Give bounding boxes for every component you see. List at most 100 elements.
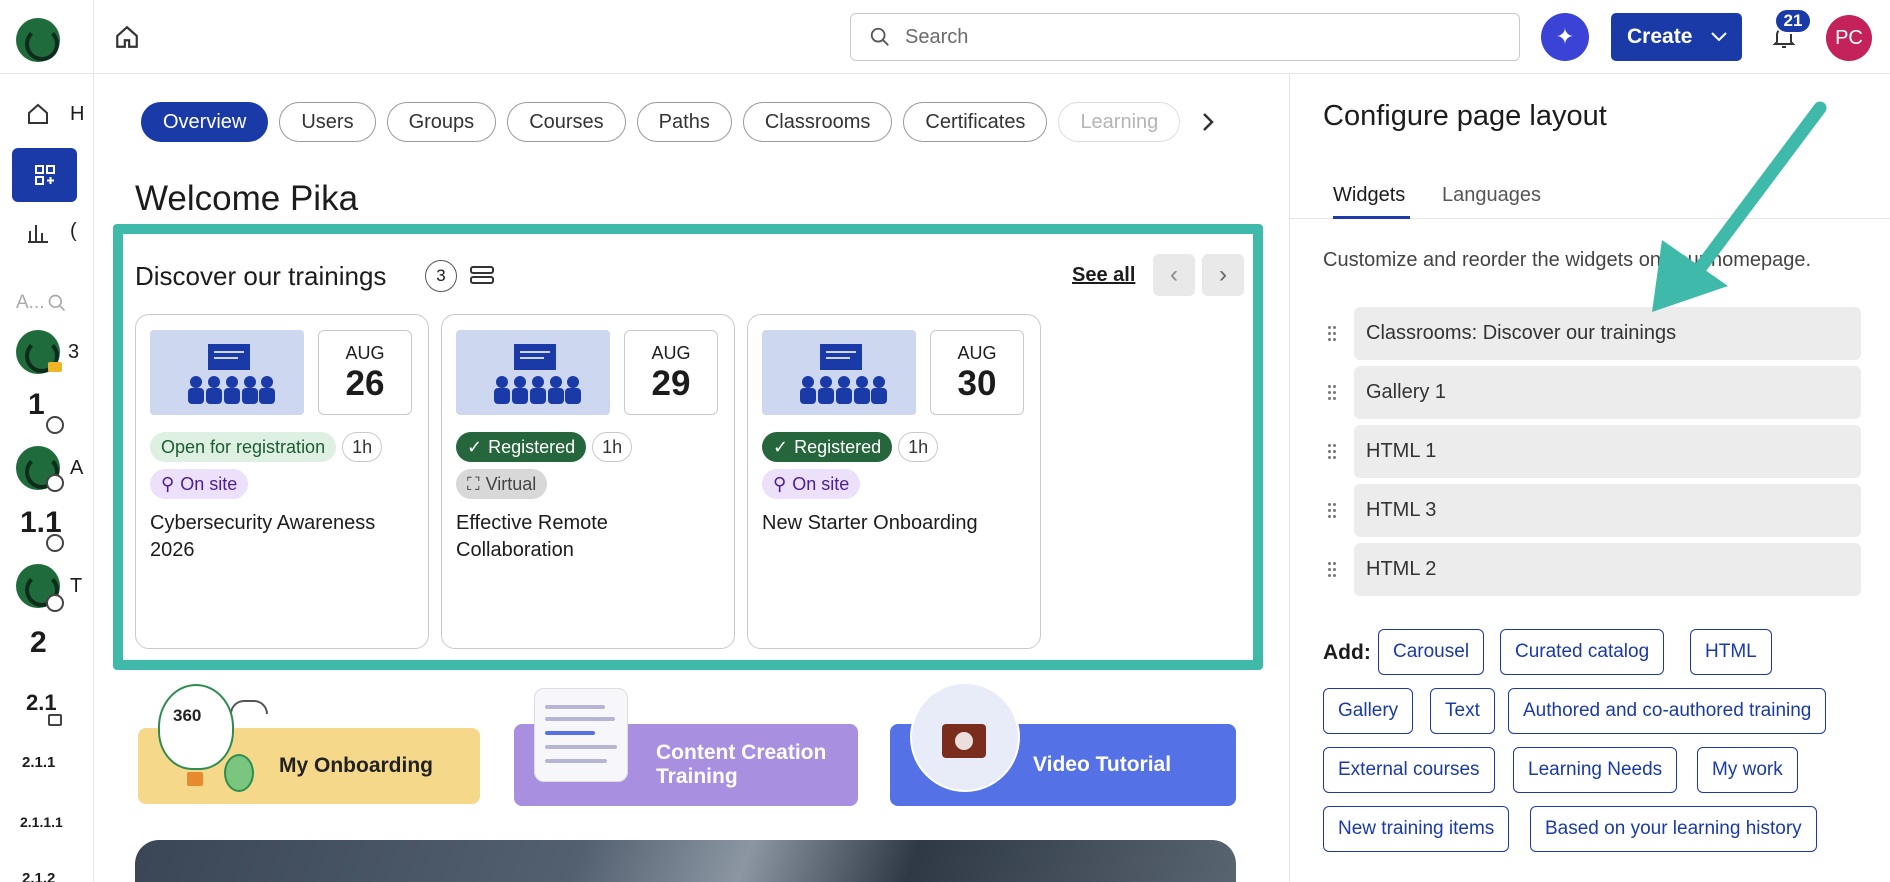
add-my-work-button[interactable]: My work <box>1697 747 1798 793</box>
status-label: Registered <box>794 436 882 457</box>
panel-title: Configure page layout <box>1323 100 1607 132</box>
date-badge: AUG 29 <box>624 330 718 415</box>
status-row: Open for registration 1h <box>150 432 383 462</box>
hero-image <box>135 840 1236 882</box>
check-circle-icon: ✓ <box>773 436 789 457</box>
annotation-arrow-icon <box>1652 101 1827 312</box>
drag-handle-icon[interactable] <box>1328 501 1338 521</box>
tab-languages[interactable]: Languages <box>1442 184 1541 207</box>
sidebar-entry[interactable]: 2.1.2 <box>22 870 55 882</box>
admin-tabs: Overview Users Groups Courses Paths Clas… <box>141 102 1181 142</box>
active-tab-indicator <box>1333 216 1410 219</box>
cloud-icon <box>230 700 268 714</box>
mode-row: ⛶ Virtual <box>456 469 548 499</box>
document-preview-image <box>534 688 628 782</box>
balloon-badge: 360 <box>173 706 202 725</box>
add-gallery-button[interactable]: Gallery <box>1323 688 1414 734</box>
mode-label: On site <box>180 473 238 494</box>
date-badge: AUG 26 <box>318 330 412 415</box>
sidebar-entry[interactable]: 1 <box>28 388 45 422</box>
banner-label: My Onboarding <box>279 754 433 777</box>
add-authored-training-button[interactable]: Authored and co-authored training <box>1508 688 1827 734</box>
home-icon[interactable] <box>112 22 142 52</box>
carousel-prev-button[interactable]: ‹ <box>1153 254 1195 296</box>
widgets-icon <box>34 165 55 185</box>
tabs-next-chevron-icon[interactable] <box>1194 108 1222 136</box>
add-external-courses-button[interactable]: External courses <box>1323 747 1495 793</box>
crown-icon <box>48 362 62 372</box>
classroom-thumbnail <box>762 330 916 415</box>
virtual-icon: ⛶ <box>467 473 480 494</box>
chevron-right-icon: › <box>1219 261 1227 288</box>
sidebar-entry[interactable]: 2.1 <box>26 690 57 716</box>
sidebar-entry-label: 2.1.1.1 <box>20 814 63 830</box>
tab-users[interactable]: Users <box>279 102 376 142</box>
training-card[interactable]: AUG 26 Open for registration 1h ⚲ On site… <box>135 314 429 649</box>
sidebar-entry[interactable]: 2.1.1 <box>22 754 55 771</box>
sidebar-entry-label: 2.1.1 <box>22 754 56 771</box>
hot-air-balloon-icon: 360 <box>158 684 234 770</box>
add-text-button[interactable]: Text <box>1430 688 1495 734</box>
tab-courses[interactable]: Courses <box>507 102 626 142</box>
mode-badge: ⛶ Virtual <box>456 469 548 499</box>
video-preview-image <box>910 682 1020 792</box>
widget-list-item[interactable]: HTML 3 <box>1354 484 1861 537</box>
add-curated-catalog-button[interactable]: Curated catalog <box>1500 629 1665 675</box>
add-carousel-button[interactable]: Carousel <box>1378 629 1485 675</box>
training-card[interactable]: AUG 30 ✓ Registered 1h ⚲ On site New Start… <box>747 314 1041 649</box>
tab-overview[interactable]: Overview <box>141 102 269 142</box>
drag-handle-icon[interactable] <box>1328 324 1338 344</box>
drag-handle-icon[interactable] <box>1328 442 1338 462</box>
app-root: Search ✦ Create 21 PC H ( A... 3 1 A 1.1… <box>0 0 1890 882</box>
location-pin-icon: ⚲ <box>161 473 175 494</box>
sidebar-entry[interactable]: 2 <box>30 626 47 660</box>
add-learning-history-button[interactable]: Based on your learning history <box>1530 806 1817 852</box>
user-avatar[interactable]: PC <box>1826 15 1872 61</box>
search-input[interactable]: Search <box>850 13 1520 61</box>
left-sidebar: H ( A... 3 1 A 1.1 T 2 2.1 2.1.1 2.1.1.1… <box>0 74 94 882</box>
tab-learning[interactable]: Learning <box>1058 102 1181 142</box>
card-title: Cybersecurity Awareness 2026 <box>150 512 376 561</box>
tab-widgets[interactable]: Widgets <box>1333 184 1405 207</box>
drag-handle-icon[interactable] <box>1328 383 1338 403</box>
date-month: AUG <box>651 343 691 363</box>
add-learning-needs-button[interactable]: Learning Needs <box>1513 747 1678 793</box>
date-day: 30 <box>957 364 997 403</box>
tab-classrooms[interactable]: Classrooms <box>742 102 893 142</box>
classroom-thumbnail <box>150 330 304 415</box>
sidebar-search[interactable]: A... <box>16 292 67 314</box>
status-row: ✓ Registered 1h <box>762 432 939 462</box>
sidebar-entry[interactable]: 2.1.1.1 <box>20 814 63 830</box>
duration-badge: 1h <box>898 432 939 462</box>
app-logo[interactable] <box>16 18 60 62</box>
search-placeholder: Search <box>905 25 969 48</box>
tab-paths[interactable]: Paths <box>636 102 732 142</box>
status-row: ✓ Registered 1h <box>456 432 633 462</box>
sidebar-item-dashboard[interactable] <box>12 148 77 202</box>
ai-assistant-button[interactable]: ✦ <box>1541 13 1589 61</box>
clock-icon <box>46 416 64 434</box>
widget-list-item[interactable]: Gallery 1 <box>1354 366 1861 419</box>
carousel-next-button[interactable]: › <box>1202 254 1244 296</box>
card-title: Effective Remote Collaboration <box>456 512 608 561</box>
date-day: 29 <box>651 364 691 403</box>
see-all-link[interactable]: See all <box>1072 264 1135 287</box>
training-card[interactable]: AUG 29 ✓ Registered 1h ⛶ Virtual Effective… <box>441 314 735 649</box>
list-view-icon[interactable] <box>469 264 495 290</box>
balloon-basket-icon <box>187 772 203 786</box>
sidebar-item-reports[interactable]: ( <box>26 220 77 243</box>
chevron-down-icon <box>1711 32 1728 42</box>
widget-list-item[interactable]: HTML 2 <box>1354 543 1861 596</box>
top-header: Search ✦ Create 21 PC <box>0 0 1890 74</box>
tab-groups[interactable]: Groups <box>386 102 497 142</box>
add-new-training-items-button[interactable]: New training items <box>1323 806 1510 852</box>
create-button[interactable]: Create <box>1611 13 1742 61</box>
banner-label: Content Creation Training <box>656 741 827 788</box>
widget-list-item[interactable]: HTML 1 <box>1354 425 1861 478</box>
sidebar-item-home[interactable]: H <box>26 102 84 126</box>
duration-badge: 1h <box>592 432 633 462</box>
clock-icon <box>46 534 64 552</box>
drag-handle-icon[interactable] <box>1328 560 1338 580</box>
add-html-button[interactable]: HTML <box>1690 629 1772 675</box>
tab-certificates[interactable]: Certificates <box>903 102 1048 142</box>
